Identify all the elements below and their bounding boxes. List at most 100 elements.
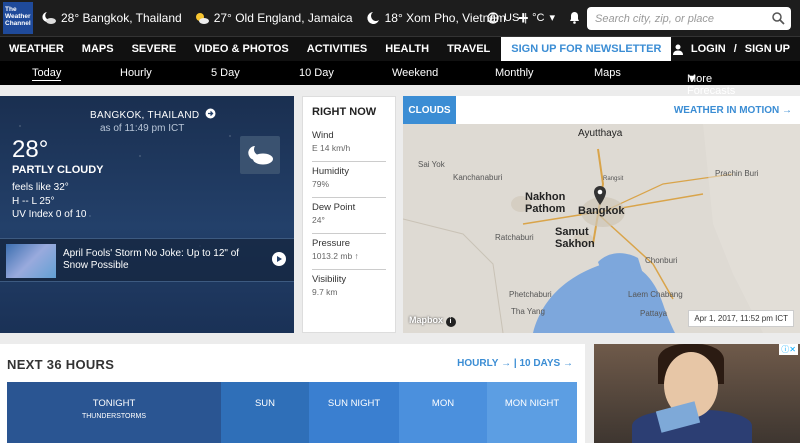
current-location-name: BANGKOK, THAILAND [90,110,200,121]
period-condition: THUNDERSTORMS [81,413,147,420]
night-cloudy-icon [41,11,57,25]
units-divider: | [524,11,528,24]
next-36-hours-panel: NEXT 36 HOURS HOURLY → | 10 DAYS → TONIG… [0,344,585,443]
period-sun[interactable]: SUN [221,382,309,443]
location-temp: 27° [213,11,232,25]
period-mon[interactable]: MON [399,382,487,443]
search-input[interactable]: Search city, zip, or place [587,7,791,30]
map-geography [403,124,800,333]
nav-health[interactable]: HEALTH [376,43,438,55]
chevron-down-icon: ▾ [549,12,556,24]
info-icon[interactable]: i [445,317,456,327]
wind-value: E 14 km/h [312,143,351,153]
location-name: Old England, Jamaica [235,11,353,25]
map-label-sai-yok: Sai Yok [418,160,445,169]
saved-location-3[interactable]: 18° Xom Pho, Vietnam [365,11,506,25]
nav-activities[interactable]: ACTIVITIES [298,43,377,55]
map-label-nakhon-pathom: Nakhon Pathom [525,191,566,215]
signup-link[interactable]: SIGN UP [745,43,790,55]
condition-phrase: PARTLY CLOUDY [12,164,104,176]
units-label: US [504,11,520,24]
ten-day-link[interactable]: 10 DAYS → [519,358,573,369]
map-canvas[interactable]: Ayutthaya Sai Yok Kanchanaburi Nakhon Pa… [403,124,800,333]
dew-point-value: 24° [312,215,325,225]
location-name: Bangkok, Thailand [82,11,182,25]
play-icon[interactable] [272,252,286,266]
current-conditions-panel: BANGKOK, THAILAND as of 11:49 pm ICT 28°… [0,96,294,333]
subnav-weekend[interactable]: Weekend [392,67,438,79]
map-timestamp: Apr 1, 2017, 11:52 pm ICT [688,310,794,327]
wind-label: Wind [312,130,334,141]
units-selector[interactable]: US | °C ▾ [487,11,555,24]
globe-icon [487,11,499,24]
clouds-tab[interactable]: CLOUDS [403,96,456,124]
newsletter-signup-button[interactable]: SIGN UP FOR NEWSLETTER [501,36,672,62]
period-label: SUN [254,398,276,409]
map-label-ayutthaya: Ayutthaya [578,128,623,139]
nav-travel[interactable]: TRAVEL [438,43,499,55]
subnav-monthly[interactable]: Monthly [495,67,534,79]
visibility-label: Visibility [312,274,347,285]
current-location[interactable]: BANGKOK, THAILAND [90,108,216,121]
period-label: MON NIGHT [504,398,560,409]
hourly-link-label: HOURLY [457,358,499,369]
period-mon-night[interactable]: MON NIGHT [487,382,577,443]
nav-weather[interactable]: WEATHER [0,43,73,55]
subnav-today[interactable]: Today [32,67,62,81]
dew-point-label: Dew Point [312,202,356,213]
map-label-ratchaburi: Ratchaburi [495,233,534,242]
units-temp: °C [532,11,545,24]
advertisement[interactable]: ⓘ✕ [594,344,800,443]
period-sun-night[interactable]: SUN NIGHT [309,382,399,443]
mapbox-logo[interactable]: Mapbox i [409,315,456,327]
visibility-value: 9.7 km [312,287,338,297]
nav-video-photos[interactable]: VIDEO & PHOTOS [185,43,298,55]
radar-map-panel: CLOUDS WEATHER IN MOTION → Ayutthaya Sai… [403,96,800,333]
right-now-panel: RIGHT NOW Wind E 14 km/h Humidity 79% De… [302,96,396,333]
nav-maps[interactable]: MAPS [73,43,123,55]
location-temp: 18° [384,11,403,25]
period-tonight[interactable]: TONIGHT THUNDERSTORMS [7,382,221,443]
story-title: April Fools' Storm No Joke: Up to 12" of… [63,248,240,271]
search-icon[interactable] [772,12,785,25]
saved-location-2[interactable]: 27° Old England, Jamaica [194,11,353,25]
map-label-bangkok: Bangkok [578,205,625,217]
high-low: H -- L 25° [12,196,55,207]
hourly-link[interactable]: HOURLY → [457,358,511,369]
map-label-samut-sakhon: Samut Sakhon [555,226,595,250]
saved-location-1[interactable]: 28° Bangkok, Thailand [41,11,182,25]
map-label-rangsit: Rangsit [603,176,624,182]
feels-like: feels like 32° [12,182,69,193]
featured-story[interactable]: April Fools' Storm No Joke: Up to 12" of… [0,238,294,282]
subnav-hourly[interactable]: Hourly [120,67,152,79]
map-label-kanchanaburi: Kanchanaburi [453,173,503,182]
dew-point-row: Dew Point 24° [312,198,386,234]
subnav-maps[interactable]: Maps [594,67,621,79]
arrow-circle-icon [205,108,216,119]
subnav-5day[interactable]: 5 Day [211,67,240,79]
nav-divider: / [733,43,737,55]
weather-in-motion-link[interactable]: WEATHER IN MOTION → [674,105,792,116]
map-label-laem-chabang: Laem Chabang [628,290,683,299]
caret-down-icon: ▼ [687,73,698,85]
right-now-title: RIGHT NOW [312,106,377,118]
next-36-title: NEXT 36 HOURS [7,357,115,372]
forecast-links: HOURLY → | 10 DAYS → [457,358,573,369]
nav-severe[interactable]: SEVERE [123,43,186,55]
pressure-label: Pressure [312,238,351,249]
bell-icon[interactable] [569,11,580,29]
location-temp: 28° [61,11,80,25]
map-label-phetchaburi: Phetchaburi [509,290,552,299]
mapbox-attribution: Mapbox [409,315,444,325]
weather-channel-logo[interactable]: The Weather Channel [3,2,33,34]
story-thumbnail [6,244,56,278]
uv-index: UV Index 0 of 10 [12,209,87,220]
search-placeholder: Search city, zip, or place [595,12,715,25]
ad-close-icon[interactable]: ⓘ✕ [779,344,798,355]
subnav-10day[interactable]: 10 Day [299,67,334,79]
login-link[interactable]: LOGIN [691,43,726,55]
forecast-subnav: Today Hourly 5 Day 10 Day Weekend Monthl… [0,61,800,97]
observation-time: as of 11:49 pm ICT [100,123,185,134]
humidity-row: Humidity 79% [312,162,386,198]
map-label-chonburi: Chonburi [645,256,678,265]
